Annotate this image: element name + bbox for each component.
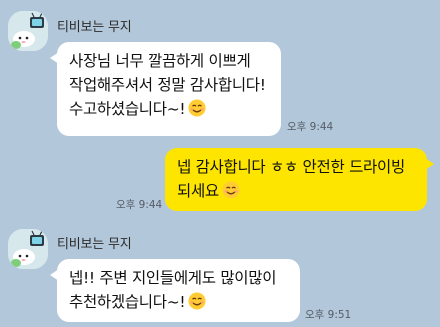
incoming-message-bubble[interactable]: 사장님 너무 깔끔하게 이쁘게 작업해주셔서 정말 감사합니다! 수고하셨습니다…: [50, 42, 281, 136]
message-line: 사장님 너무 깔끔하게 이쁘게: [69, 52, 251, 70]
avatar[interactable]: [8, 11, 48, 51]
avatar[interactable]: [8, 229, 48, 269]
message-line: 넵!! 주변 지인들에게도 많이많이: [69, 269, 277, 287]
incoming-message-bubble[interactable]: 넵!! 주변 지인들에게도 많이많이 추천하겠습니다~!: [50, 259, 300, 322]
message-line: 넵 감사합니다 ㅎㅎ 안전한 드라이빙: [177, 158, 405, 176]
message-timestamp: 오후 9:51: [305, 309, 352, 321]
message-timestamp: 오후 9:44: [287, 121, 334, 133]
smiling-face-emoji-icon: [222, 181, 240, 199]
muzi-character-icon: [8, 229, 48, 269]
muzi-character-icon: [8, 11, 48, 51]
message-text: 되세요: [177, 182, 219, 200]
smiling-face-emoji-icon: [188, 292, 206, 310]
message-text: 추천하겠습니다~!: [69, 293, 186, 311]
message-line: 추천하겠습니다~!: [69, 290, 288, 314]
smiling-face-emoji-icon: [188, 99, 206, 117]
outgoing-message-bubble[interactable]: 넵 감사합니다 ㅎㅎ 안전한 드라이빙 되세요: [165, 148, 434, 211]
message-line: 수고하셨습니다~!: [69, 97, 269, 121]
sender-name: 티비보는 무지: [57, 20, 132, 35]
sender-name: 티비보는 무지: [57, 237, 132, 252]
message-line: 되세요: [177, 179, 415, 203]
message-line: 작업해주셔서 정말 감사합니다!: [69, 76, 266, 94]
message-text: 수고하셨습니다~!: [69, 100, 186, 118]
message-timestamp: 오후 9:44: [116, 199, 163, 211]
